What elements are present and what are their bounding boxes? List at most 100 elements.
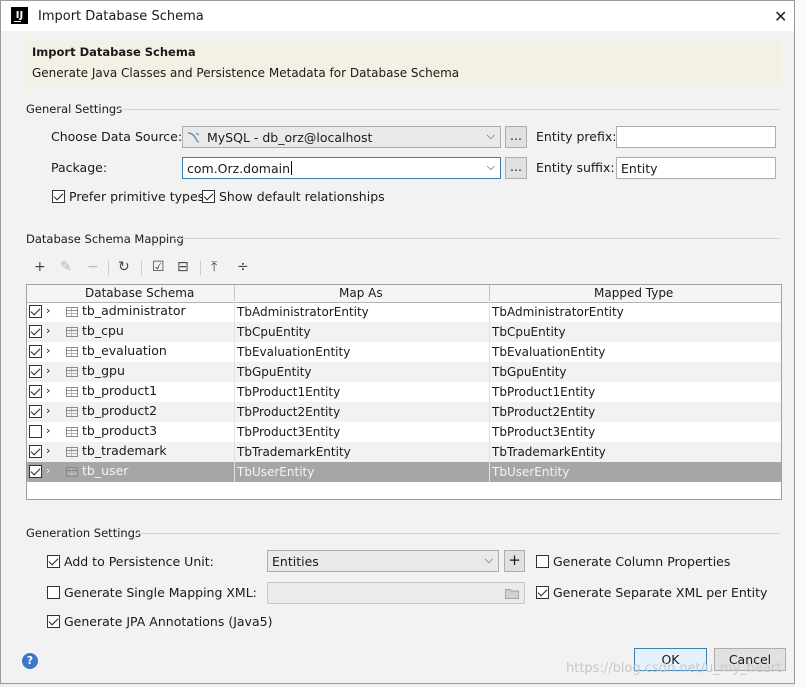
toolbar-separator (200, 261, 201, 275)
check-all-icon[interactable]: ☑ (152, 259, 165, 275)
column-header-map-as[interactable]: Map As (339, 286, 383, 300)
refresh-icon[interactable]: ↻ (118, 259, 130, 275)
prefer-primitive-checkbox[interactable] (52, 190, 65, 203)
edit-icon[interactable]: ✎ (60, 259, 72, 275)
gen-separate-xml-checkbox[interactable] (536, 586, 549, 599)
chevron-right-icon[interactable]: › (46, 344, 50, 357)
uncheck-all-icon[interactable]: ⊟ (177, 259, 189, 275)
chevron-right-icon[interactable]: › (46, 324, 50, 337)
table-row[interactable]: › tb_product2 TbProduct2Entity TbProduct2En… (27, 402, 781, 422)
chevron-down-icon: ⌵ (486, 129, 495, 142)
table-row[interactable]: › tb_gpu TbGpuEntity TbGpuEntity (27, 362, 781, 382)
table-row[interactable]: › tb_evaluation TbEvaluationEntity TbEvalua… (27, 342, 781, 362)
show-relationships-checkbox[interactable] (202, 190, 215, 203)
map-as-cell[interactable]: TbProduct3Entity (237, 425, 340, 439)
schema-cell: tb_cpu (82, 323, 124, 338)
row-checkbox[interactable] (29, 365, 42, 378)
gen-single-xml-checkbox[interactable] (47, 586, 60, 599)
gen-column-props-checkbox[interactable] (536, 555, 549, 568)
help-icon[interactable]: ? (22, 653, 38, 669)
general-settings-divider (116, 109, 780, 110)
persistence-unit-select[interactable]: Entities ⌵ (267, 550, 499, 572)
column-separator (234, 422, 235, 442)
chevron-right-icon[interactable]: › (46, 424, 50, 437)
expand-all-icon[interactable]: ⤒ (211, 259, 217, 275)
chevron-right-icon[interactable]: › (46, 464, 50, 477)
mapped-type-cell[interactable]: TbUserEntity (492, 465, 569, 479)
column-separator (489, 422, 490, 442)
map-as-cell[interactable]: TbAdministratorEntity (237, 305, 369, 319)
column-separator (234, 302, 235, 322)
chevron-right-icon[interactable]: › (46, 304, 50, 317)
add-persistence-unit-button[interactable]: + (504, 550, 525, 572)
table-row[interactable]: › tb_administrator TbAdministratorEntity Tb… (27, 302, 781, 322)
package-input[interactable]: com.Orz.domain ⌵ (182, 157, 501, 179)
schema-cell: tb_gpu (82, 363, 125, 378)
column-header-schema[interactable]: Database Schema (85, 286, 194, 300)
mapped-type-cell[interactable]: TbAdministratorEntity (492, 305, 624, 319)
row-checkbox[interactable] (29, 425, 42, 438)
column-separator (489, 362, 490, 382)
column-separator (489, 402, 490, 422)
table-row[interactable]: › tb_user TbUserEntity TbUserEntity (27, 462, 781, 482)
gen-separate-xml-label[interactable]: Generate Separate XML per Entity (553, 585, 767, 600)
chevron-right-icon[interactable]: › (46, 384, 50, 397)
remove-icon[interactable]: − (87, 259, 99, 275)
gen-column-props-label[interactable]: Generate Column Properties (553, 554, 730, 569)
mapped-type-cell[interactable]: TbTrademarkEntity (492, 445, 606, 459)
data-source-label: Choose Data Source: (51, 129, 183, 144)
data-source-select[interactable]: MySQL - db_orz@localhost ⌵ (182, 126, 501, 148)
map-as-cell[interactable]: TbUserEntity (237, 465, 314, 479)
column-header-mapped-type[interactable]: Mapped Type (594, 286, 673, 300)
column-separator (234, 462, 235, 482)
folder-icon[interactable] (505, 587, 519, 599)
row-checkbox[interactable] (29, 465, 42, 478)
row-checkbox[interactable] (29, 445, 42, 458)
mapped-type-cell[interactable]: TbEvaluationEntity (492, 345, 605, 359)
show-relationships-label[interactable]: Show default relationships (219, 189, 385, 204)
table-row[interactable]: › tb_trademark TbTrademarkEntity TbTrademar… (27, 442, 781, 462)
map-as-cell[interactable]: TbEvaluationEntity (237, 345, 350, 359)
schema-cell: tb_evaluation (82, 343, 167, 358)
entity-suffix-value: Entity (621, 161, 658, 176)
mapped-type-cell[interactable]: TbProduct3Entity (492, 425, 595, 439)
table-row[interactable]: › tb_cpu TbCpuEntity TbCpuEntity (27, 322, 781, 342)
map-as-cell[interactable]: TbTrademarkEntity (237, 445, 351, 459)
mapped-type-cell[interactable]: TbGpuEntity (492, 365, 567, 379)
add-persistence-label[interactable]: Add to Persistence Unit: (64, 554, 214, 569)
row-checkbox[interactable] (29, 325, 42, 338)
background-window-strip (795, 0, 806, 687)
map-as-cell[interactable]: TbProduct1Entity (237, 385, 340, 399)
entity-suffix-input[interactable]: Entity (616, 157, 776, 179)
chevron-right-icon[interactable]: › (46, 404, 50, 417)
mysql-icon (187, 131, 201, 143)
gen-jpa-checkbox[interactable] (47, 615, 60, 628)
add-icon[interactable]: + (34, 259, 46, 275)
row-checkbox[interactable] (29, 405, 42, 418)
package-value: com.Orz.domain (187, 161, 290, 176)
package-browse-button[interactable]: ... (505, 157, 527, 179)
close-icon[interactable]: ✕ (774, 7, 787, 26)
table-row[interactable]: › tb_product1 TbProduct1Entity TbProduct1En… (27, 382, 781, 402)
row-checkbox[interactable] (29, 345, 42, 358)
column-separator (234, 285, 235, 301)
chevron-right-icon[interactable]: › (46, 364, 50, 377)
row-checkbox[interactable] (29, 385, 42, 398)
prefer-primitive-label[interactable]: Prefer primitive types (69, 189, 204, 204)
mapped-type-cell[interactable]: TbProduct1Entity (492, 385, 595, 399)
entity-prefix-input[interactable] (616, 126, 776, 148)
map-as-cell[interactable]: TbGpuEntity (237, 365, 312, 379)
add-persistence-checkbox[interactable] (47, 555, 60, 568)
map-as-cell[interactable]: TbProduct2Entity (237, 405, 340, 419)
chevron-right-icon[interactable]: › (46, 444, 50, 457)
mapped-type-cell[interactable]: TbProduct2Entity (492, 405, 595, 419)
row-checkbox[interactable] (29, 305, 42, 318)
gen-jpa-label[interactable]: Generate JPA Annotations (Java5) (64, 614, 272, 629)
map-as-cell[interactable]: TbCpuEntity (237, 325, 311, 339)
table-row[interactable]: › tb_product3 TbProduct3Entity TbProduct3En… (27, 422, 781, 442)
mapped-type-cell[interactable]: TbCpuEntity (492, 325, 566, 339)
data-source-browse-button[interactable]: ... (505, 126, 527, 148)
gen-single-xml-label[interactable]: Generate Single Mapping XML: (64, 585, 257, 600)
collapse-all-icon[interactable]: ÷ (237, 259, 249, 275)
table-icon (66, 427, 78, 437)
